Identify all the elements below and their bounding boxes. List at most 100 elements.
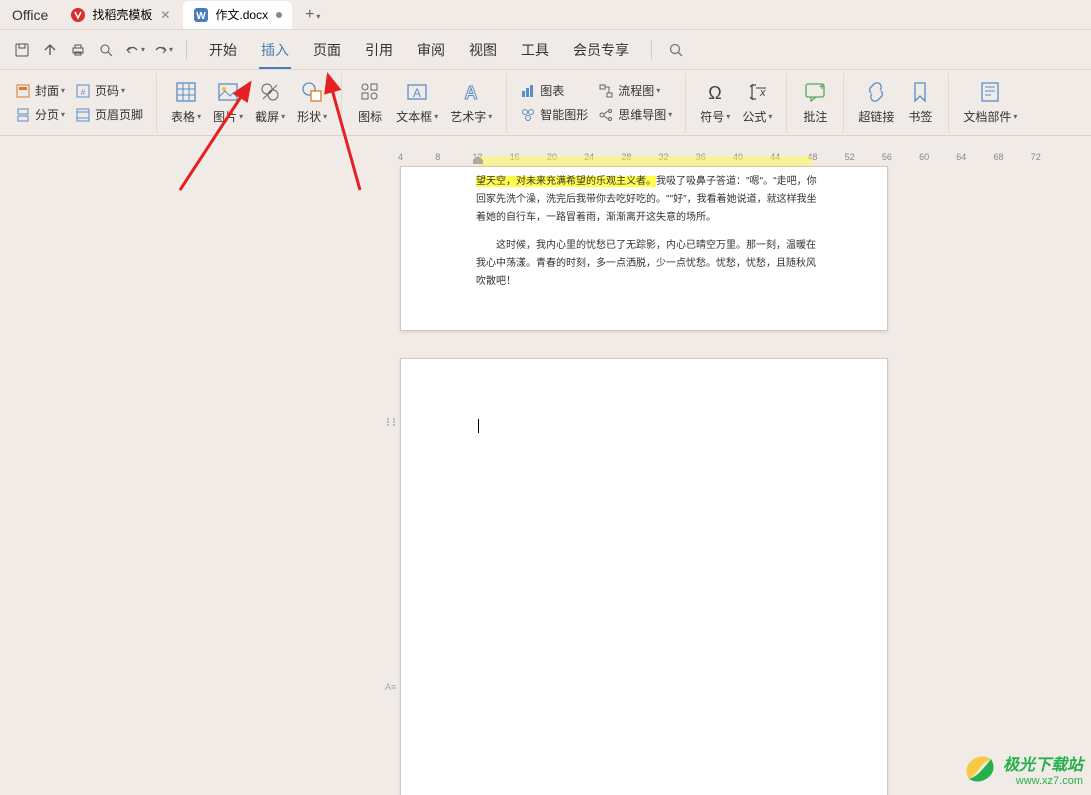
shape-icon [300, 80, 324, 104]
ribbon-group-diagrams: 图表 智能图形 流程图▾ 思维导图▾ [507, 73, 686, 133]
office-brand-label: Office [0, 7, 60, 23]
ruler-mark: 4 [398, 152, 435, 162]
symbol-icon: Ω [703, 80, 727, 104]
picture-button[interactable]: 图片▾ [207, 78, 249, 127]
screenshot-button[interactable]: 截屏▾ [249, 78, 291, 127]
svg-text:Ω: Ω [709, 83, 722, 103]
mindmap-button[interactable]: 思维导图▾ [593, 103, 677, 127]
tab-templates[interactable]: 找稻壳模板 ✕ [60, 1, 180, 29]
headerfooter-icon [75, 107, 91, 123]
menu-view[interactable]: 视图 [457, 40, 509, 60]
svg-text:+: + [819, 82, 825, 93]
svg-text:x: x [759, 87, 766, 99]
watermark-logo-icon [961, 751, 997, 787]
text-cursor [478, 419, 479, 433]
table-button[interactable]: 表格▾ [165, 78, 207, 127]
equation-button[interactable]: x公式▾ [736, 78, 778, 127]
docparts-icon [978, 80, 1002, 104]
document-paragraph[interactable]: 这时候，我内心里的忧愁已了无踪影，内心已晴空万里。那一刻，温暖在我心中荡漾。青春… [476, 237, 817, 291]
menu-page[interactable]: 页面 [301, 40, 353, 60]
new-tab-button[interactable]: +▾ [295, 6, 330, 24]
menu-start[interactable]: 开始 [197, 40, 249, 60]
ribbon-group-pages: 封面▾ 分页▾ #页码▾ 页眉页脚 [2, 73, 157, 133]
menu-member[interactable]: 会员专享 [561, 40, 641, 60]
chart-icon [520, 83, 536, 99]
header-footer-button[interactable]: 页眉页脚 [70, 103, 148, 127]
comment-icon: + [803, 80, 827, 104]
ribbon-group-comments: +批注 [787, 73, 844, 133]
textbox-button[interactable]: A文本框▾ [390, 78, 444, 127]
ruler-mark: 48 [807, 152, 844, 162]
ribbon-group-text: 图标 A文本框▾ A艺术字▾ [342, 73, 507, 133]
document-paragraph[interactable]: 望天空，对未来充满希望的乐观主义者。我吸了吸鼻子答道："嗯"。"走吧，你回家先洗… [476, 173, 817, 227]
tab-label: 作文.docx [215, 6, 268, 23]
pagebreak-icon [15, 107, 31, 123]
textbox-icon: A [405, 80, 429, 104]
text-format-icon[interactable]: A≡ [385, 682, 397, 694]
ribbon-insert: 封面▾ 分页▾ #页码▾ 页眉页脚 表格▾ 图片▾ 截屏▾ 形状▾ 图标 A文本… [0, 70, 1091, 136]
icon-button[interactable]: 图标 [350, 78, 390, 127]
document-canvas: 4 8 12 16 20 24 28 32 36 40 44 48 52 56 … [0, 136, 1091, 795]
icon-gallery-icon [358, 80, 382, 104]
redo-icon[interactable]: ▾ [151, 39, 173, 61]
ruler-mark: 72 [1031, 152, 1068, 162]
ruler-mark: 64 [956, 152, 993, 162]
flowchart-button[interactable]: 流程图▾ [593, 79, 677, 103]
page-gutter-controls: A≡ [385, 416, 397, 694]
menu-references[interactable]: 引用 [353, 40, 405, 60]
export-icon[interactable] [39, 39, 61, 61]
tab-label: 找稻壳模板 [92, 6, 152, 23]
ribbon-group-illustrations: 表格▾ 图片▾ 截屏▾ 形状▾ [157, 73, 342, 133]
ruler-mark: 60 [919, 152, 956, 162]
symbol-button[interactable]: Ω符号▾ [694, 78, 736, 127]
chart-button[interactable]: 图表 [515, 79, 593, 103]
hyperlink-button[interactable]: 超链接 [852, 78, 900, 127]
ribbon-group-symbols: Ω符号▾ x公式▾ [686, 73, 787, 133]
tab-document[interactable]: W 作文.docx [183, 1, 292, 29]
site-watermark: 极光下载站 www.xz7.com [961, 751, 1083, 787]
save-icon[interactable] [11, 39, 33, 61]
ruler-mark: 52 [845, 152, 882, 162]
flowchart-icon [598, 83, 614, 99]
close-icon[interactable]: ✕ [160, 8, 170, 22]
page-break-button[interactable]: 分页▾ [10, 103, 70, 127]
page-number-button[interactable]: #页码▾ [70, 79, 148, 103]
menu-tools[interactable]: 工具 [509, 40, 561, 60]
ruler-mark: 56 [882, 152, 919, 162]
cover-icon [15, 83, 31, 99]
highlighted-text: 望天空，对未来充满希望的乐观主义者。 [476, 176, 656, 187]
watermark-title: 极光下载站 [1003, 751, 1083, 775]
cover-button[interactable]: 封面▾ [10, 79, 70, 103]
docparts-button[interactable]: 文档部件▾ [957, 78, 1023, 127]
comment-button[interactable]: +批注 [795, 78, 835, 127]
picture-icon [216, 80, 240, 104]
quick-access-menu-bar: ▾ ▾ 开始 插入 页面 引用 审阅 视图 工具 会员专享 [0, 30, 1091, 70]
document-page-2[interactable] [400, 358, 888, 795]
watermark-url: www.xz7.com [1003, 775, 1083, 787]
menu-review[interactable]: 审阅 [405, 40, 457, 60]
bookmark-button[interactable]: 书签 [900, 78, 940, 127]
equation-icon: x [745, 80, 769, 104]
drag-handle-icon[interactable] [385, 416, 397, 428]
separator [651, 40, 652, 60]
table-icon [174, 80, 198, 104]
shape-button[interactable]: 形状▾ [291, 78, 333, 127]
title-bar: Office 找稻壳模板 ✕ W 作文.docx +▾ [0, 0, 1091, 30]
menu-insert[interactable]: 插入 [249, 40, 301, 60]
screenshot-icon [258, 80, 282, 104]
undo-icon[interactable]: ▾ [123, 39, 145, 61]
smartart-icon [520, 107, 536, 123]
wordart-button[interactable]: A艺术字▾ [444, 78, 498, 127]
ribbon-group-links: 超链接 书签 [844, 73, 949, 133]
svg-text:W: W [197, 11, 207, 22]
print-preview-icon[interactable] [95, 39, 117, 61]
wordart-icon: A [459, 80, 483, 104]
smartart-button[interactable]: 智能图形 [515, 103, 593, 127]
print-icon[interactable] [67, 39, 89, 61]
horizontal-ruler[interactable]: 4 8 12 16 20 24 28 32 36 40 44 48 52 56 … [398, 148, 1068, 166]
document-page-1-bottom[interactable]: 望天空，对未来充满希望的乐观主义者。我吸了吸鼻子答道："嗯"。"走吧，你回家先洗… [400, 166, 888, 331]
svg-text:A: A [413, 86, 421, 100]
search-icon[interactable] [665, 39, 687, 61]
ribbon-group-docparts: 文档部件▾ [949, 73, 1031, 133]
word-doc-icon: W [193, 7, 209, 23]
